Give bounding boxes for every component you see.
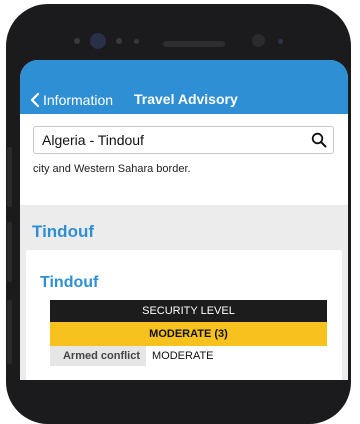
risk-value: MODERATE <box>152 350 214 362</box>
security-level-badge: MODERATE (3) <box>50 322 327 346</box>
app-header: Information Travel Advisory <box>20 60 348 114</box>
front-camera-icon <box>90 33 106 49</box>
front-sensor-icon <box>116 38 122 44</box>
security-table: SECURITY LEVEL MODERATE (3) Armed confli… <box>50 300 327 366</box>
front-sensor-icon <box>278 39 283 44</box>
search-input[interactable] <box>42 127 302 153</box>
front-sensor-icon <box>134 39 139 44</box>
earpiece-speaker <box>163 41 225 47</box>
phone-side-button <box>7 300 12 364</box>
phone-side-button <box>7 222 12 282</box>
phone-side-button <box>7 147 12 207</box>
front-camera-icon <box>252 34 265 47</box>
back-button-label: Information <box>43 92 114 108</box>
search-box[interactable] <box>33 126 334 154</box>
card-title: Tindouf <box>40 274 99 291</box>
page-title: Travel Advisory <box>134 91 238 107</box>
search-icon[interactable] <box>311 132 327 148</box>
risk-label: Armed conflict <box>50 346 146 366</box>
back-button[interactable]: Information <box>30 90 113 110</box>
section-title: Tindouf <box>32 222 94 241</box>
table-row: Armed conflict MODERATE <box>50 346 327 366</box>
chevron-left-icon <box>30 93 40 107</box>
result-snippet: city and Western Sahara border. <box>33 163 191 175</box>
front-sensor-icon <box>74 38 80 44</box>
security-level-header: SECURITY LEVEL <box>50 300 327 322</box>
app-screen: Information Travel Advisory city and Wes… <box>20 60 348 380</box>
